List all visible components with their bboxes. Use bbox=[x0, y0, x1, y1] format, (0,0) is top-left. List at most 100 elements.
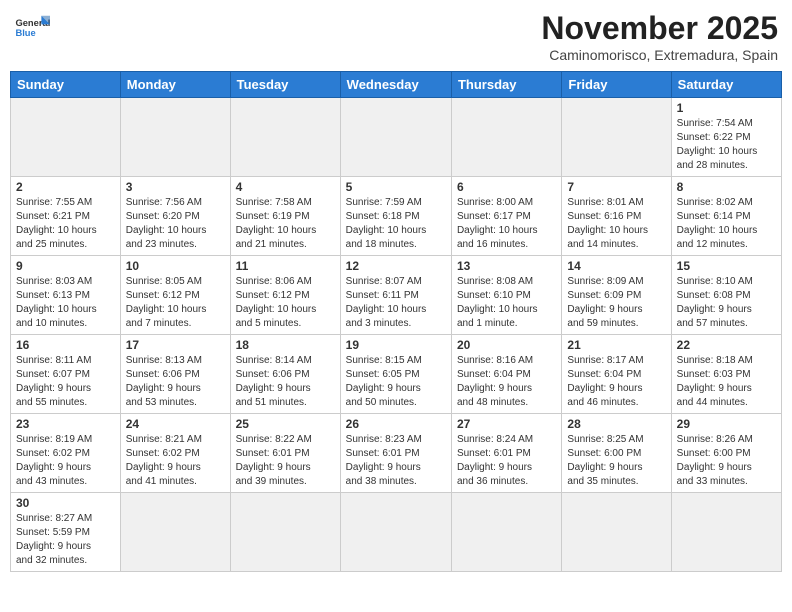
calendar-day-19: 19Sunrise: 8:15 AM Sunset: 6:05 PM Dayli… bbox=[340, 335, 451, 414]
day-info: Sunrise: 8:06 AM Sunset: 6:12 PM Dayligh… bbox=[236, 275, 335, 331]
day-number: 20 bbox=[457, 338, 556, 352]
day-number: 6 bbox=[457, 180, 556, 194]
calendar-week-row: 23 Sunrise: 8:19 AM Sunset: 6:02 PM Dayli… bbox=[11, 414, 782, 493]
day-number: 2 bbox=[16, 180, 115, 194]
day-info: Sunrise: 7:54 AM Sunset: 6:22 PM Dayligh… bbox=[677, 117, 776, 173]
day-info: Sunrise: 8:23 AM Sunset: 6:01 PM Dayligh… bbox=[346, 433, 446, 489]
calendar-week-row: 2 Sunrise: 7:55 AM Sunset: 6:21 PM Daylig… bbox=[11, 177, 782, 256]
day-info: Sunrise: 8:00 AM Sunset: 6:17 PM Dayligh… bbox=[457, 196, 556, 252]
column-header-thursday: Thursday bbox=[451, 72, 561, 98]
day-number: 28 bbox=[567, 417, 665, 431]
day-info: Sunrise: 8:19 AM Sunset: 6:02 PM Dayligh… bbox=[16, 433, 115, 489]
calendar-day-empty bbox=[340, 493, 451, 572]
calendar-day-27: 27 Sunrise: 8:24 AM Sunset: 6:01 PM Dayli… bbox=[451, 414, 561, 493]
calendar-day-14: 14 Sunrise: 8:09 AM Sunset: 6:09 PM Dayli… bbox=[562, 256, 671, 335]
day-number: 9 bbox=[16, 259, 115, 273]
calendar-day-15: 15 Sunrise: 8:10 AM Sunset: 6:08 PM Dayli… bbox=[671, 256, 781, 335]
calendar-week-row: 1 Sunrise: 7:54 AM Sunset: 6:22 PM Daylig… bbox=[11, 98, 782, 177]
calendar-week-row: 9 Sunrise: 8:03 AM Sunset: 6:13 PM Daylig… bbox=[11, 256, 782, 335]
day-info: Sunrise: 8:24 AM Sunset: 6:01 PM Dayligh… bbox=[457, 433, 556, 489]
day-number: 25 bbox=[236, 417, 335, 431]
calendar-day-25: 25 Sunrise: 8:22 AM Sunset: 6:01 PM Dayli… bbox=[230, 414, 340, 493]
calendar-day-empty bbox=[11, 98, 121, 177]
calendar-day-28: 28 Sunrise: 8:25 AM Sunset: 6:00 PM Dayli… bbox=[562, 414, 671, 493]
day-number: 3 bbox=[126, 180, 225, 194]
day-info: Sunrise: 7:55 AM Sunset: 6:21 PM Dayligh… bbox=[16, 196, 115, 252]
day-info: Sunrise: 8:08 AM Sunset: 6:10 PM Dayligh… bbox=[457, 275, 556, 331]
calendar-week-row: 16 Sunrise: 8:11 AM Sunset: 6:07 PM Dayli… bbox=[11, 335, 782, 414]
day-number: 14 bbox=[567, 259, 665, 273]
calendar-day-21: 21Sunrise: 8:17 AM Sunset: 6:04 PM Dayli… bbox=[562, 335, 671, 414]
calendar-day-1: 1 Sunrise: 7:54 AM Sunset: 6:22 PM Daylig… bbox=[671, 98, 781, 177]
day-info: Sunrise: 7:58 AM Sunset: 6:19 PM Dayligh… bbox=[236, 196, 335, 252]
day-number: 5 bbox=[346, 180, 446, 194]
column-header-sunday: Sunday bbox=[11, 72, 121, 98]
day-number: 10 bbox=[126, 259, 225, 273]
month-title: November 2025 bbox=[541, 10, 778, 47]
calendar-day-3: 3Sunrise: 7:56 AM Sunset: 6:20 PM Daylig… bbox=[120, 177, 230, 256]
day-info: Sunrise: 8:27 AM Sunset: 5:59 PM Dayligh… bbox=[16, 512, 115, 568]
calendar-day-18: 18Sunrise: 8:14 AM Sunset: 6:06 PM Dayli… bbox=[230, 335, 340, 414]
calendar-day-17: 17Sunrise: 8:13 AM Sunset: 6:06 PM Dayli… bbox=[120, 335, 230, 414]
day-number: 8 bbox=[677, 180, 776, 194]
day-info: Sunrise: 8:25 AM Sunset: 6:00 PM Dayligh… bbox=[567, 433, 665, 489]
calendar-day-8: 8 Sunrise: 8:02 AM Sunset: 6:14 PM Daylig… bbox=[671, 177, 781, 256]
calendar-day-30: 30 Sunrise: 8:27 AM Sunset: 5:59 PM Dayli… bbox=[11, 493, 121, 572]
day-info: Sunrise: 8:18 AM Sunset: 6:03 PM Dayligh… bbox=[677, 354, 776, 410]
day-number: 23 bbox=[16, 417, 115, 431]
calendar-day-9: 9 Sunrise: 8:03 AM Sunset: 6:13 PM Daylig… bbox=[11, 256, 121, 335]
calendar-day-11: 11Sunrise: 8:06 AM Sunset: 6:12 PM Dayli… bbox=[230, 256, 340, 335]
day-number: 30 bbox=[16, 496, 115, 510]
calendar-week-row: 30 Sunrise: 8:27 AM Sunset: 5:59 PM Dayli… bbox=[11, 493, 782, 572]
day-info: Sunrise: 8:26 AM Sunset: 6:00 PM Dayligh… bbox=[677, 433, 776, 489]
calendar-day-empty bbox=[562, 493, 671, 572]
day-number: 16 bbox=[16, 338, 115, 352]
calendar-day-empty bbox=[120, 493, 230, 572]
calendar-day-10: 10 Sunrise: 8:05 AM Sunset: 6:12 PM Dayli… bbox=[120, 256, 230, 335]
day-number: 27 bbox=[457, 417, 556, 431]
logo: General Blue bbox=[14, 10, 50, 46]
day-number: 15 bbox=[677, 259, 776, 273]
day-info: Sunrise: 8:02 AM Sunset: 6:14 PM Dayligh… bbox=[677, 196, 776, 252]
day-info: Sunrise: 8:14 AM Sunset: 6:06 PM Dayligh… bbox=[236, 354, 335, 410]
calendar-day-2: 2 Sunrise: 7:55 AM Sunset: 6:21 PM Daylig… bbox=[11, 177, 121, 256]
day-info: Sunrise: 8:05 AM Sunset: 6:12 PM Dayligh… bbox=[126, 275, 225, 331]
calendar-day-12: 12 Sunrise: 8:07 AM Sunset: 6:11 PM Dayli… bbox=[340, 256, 451, 335]
day-info: Sunrise: 8:07 AM Sunset: 6:11 PM Dayligh… bbox=[346, 275, 446, 331]
day-info: Sunrise: 8:01 AM Sunset: 6:16 PM Dayligh… bbox=[567, 196, 665, 252]
calendar-day-23: 23 Sunrise: 8:19 AM Sunset: 6:02 PM Dayli… bbox=[11, 414, 121, 493]
calendar-day-26: 26Sunrise: 8:23 AM Sunset: 6:01 PM Dayli… bbox=[340, 414, 451, 493]
day-info: Sunrise: 8:15 AM Sunset: 6:05 PM Dayligh… bbox=[346, 354, 446, 410]
page-header: General Blue November 2025 Caminomorisco… bbox=[10, 10, 782, 63]
day-info: Sunrise: 8:09 AM Sunset: 6:09 PM Dayligh… bbox=[567, 275, 665, 331]
calendar-day-24: 24Sunrise: 8:21 AM Sunset: 6:02 PM Dayli… bbox=[120, 414, 230, 493]
calendar-day-22: 22 Sunrise: 8:18 AM Sunset: 6:03 PM Dayli… bbox=[671, 335, 781, 414]
day-info: Sunrise: 8:16 AM Sunset: 6:04 PM Dayligh… bbox=[457, 354, 556, 410]
calendar-day-29: 29 Sunrise: 8:26 AM Sunset: 6:00 PM Dayli… bbox=[671, 414, 781, 493]
column-header-saturday: Saturday bbox=[671, 72, 781, 98]
calendar-day-5: 5 Sunrise: 7:59 AM Sunset: 6:18 PM Daylig… bbox=[340, 177, 451, 256]
column-header-monday: Monday bbox=[120, 72, 230, 98]
calendar-day-4: 4Sunrise: 7:58 AM Sunset: 6:19 PM Daylig… bbox=[230, 177, 340, 256]
day-info: Sunrise: 8:11 AM Sunset: 6:07 PM Dayligh… bbox=[16, 354, 115, 410]
day-number: 13 bbox=[457, 259, 556, 273]
day-number: 12 bbox=[346, 259, 446, 273]
calendar-day-empty bbox=[230, 98, 340, 177]
day-number: 24 bbox=[126, 417, 225, 431]
calendar-header-row: SundayMondayTuesdayWednesdayThursdayFrid… bbox=[11, 72, 782, 98]
calendar-day-16: 16 Sunrise: 8:11 AM Sunset: 6:07 PM Dayli… bbox=[11, 335, 121, 414]
column-header-tuesday: Tuesday bbox=[230, 72, 340, 98]
day-info: Sunrise: 8:13 AM Sunset: 6:06 PM Dayligh… bbox=[126, 354, 225, 410]
day-number: 22 bbox=[677, 338, 776, 352]
calendar-day-empty bbox=[671, 493, 781, 572]
location: Caminomorisco, Extremadura, Spain bbox=[541, 47, 778, 63]
day-info: Sunrise: 7:59 AM Sunset: 6:18 PM Dayligh… bbox=[346, 196, 446, 252]
calendar-day-empty bbox=[562, 98, 671, 177]
day-number: 29 bbox=[677, 417, 776, 431]
day-info: Sunrise: 8:10 AM Sunset: 6:08 PM Dayligh… bbox=[677, 275, 776, 331]
calendar-day-empty bbox=[120, 98, 230, 177]
day-number: 1 bbox=[677, 101, 776, 115]
day-info: Sunrise: 8:03 AM Sunset: 6:13 PM Dayligh… bbox=[16, 275, 115, 331]
calendar-day-20: 20 Sunrise: 8:16 AM Sunset: 6:04 PM Dayli… bbox=[451, 335, 561, 414]
day-info: Sunrise: 8:22 AM Sunset: 6:01 PM Dayligh… bbox=[236, 433, 335, 489]
